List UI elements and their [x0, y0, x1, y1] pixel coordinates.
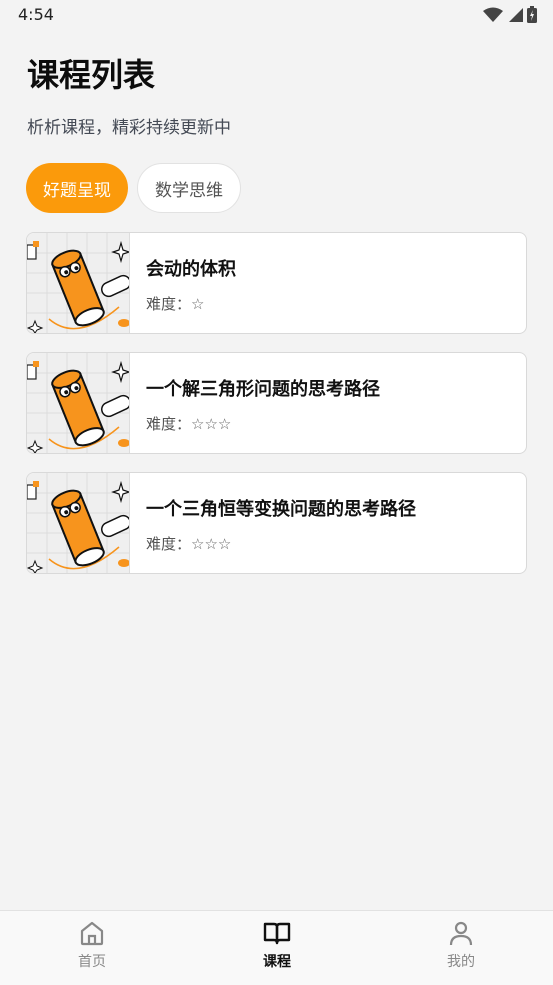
- course-thumbnail: [27, 353, 132, 453]
- difficulty-label: 难度：: [146, 415, 192, 433]
- difficulty-label: 难度：: [146, 295, 192, 313]
- course-list: 会动的体积 难度：☆ 一个解三角形问题的思考路径 难度：☆☆☆ 一个三角恒等变换…: [26, 232, 527, 592]
- user-icon: [449, 921, 473, 946]
- book-icon: [263, 922, 291, 945]
- course-card[interactable]: 会动的体积 难度：☆: [26, 232, 527, 334]
- nav-item-home[interactable]: 首页: [47, 919, 137, 971]
- nav-label: 我的: [447, 954, 475, 970]
- nav-item-profile[interactable]: 我的: [416, 919, 506, 971]
- status-bar: 4:54: [0, 0, 553, 30]
- tab-label: 好题呈现: [43, 180, 111, 201]
- home-icon: [80, 921, 104, 946]
- tab-math-thinking[interactable]: 数学思维: [137, 163, 241, 213]
- course-info: 一个解三角形问题的思考路径 难度：☆☆☆: [130, 353, 380, 453]
- course-thumbnail: [27, 473, 132, 573]
- page-title: 课程列表: [27, 56, 156, 94]
- course-info: 一个三角恒等变换问题的思考路径 难度：☆☆☆: [130, 473, 416, 573]
- course-card[interactable]: 一个三角恒等变换问题的思考路径 难度：☆☆☆: [26, 472, 527, 574]
- difficulty-stars: ☆: [191, 295, 205, 313]
- status-time: 4:54: [18, 5, 54, 24]
- course-difficulty: 难度：☆: [146, 293, 236, 314]
- battery-icon: [527, 6, 537, 23]
- course-title: 一个三角恒等变换问题的思考路径: [146, 499, 416, 520]
- course-thumbnail: [27, 233, 132, 333]
- cylinder-cartoon-image: [27, 473, 132, 573]
- course-difficulty: 难度：☆☆☆: [146, 533, 416, 554]
- bottom-nav: 首页 课程 我的: [0, 910, 553, 985]
- status-icons: [483, 6, 537, 23]
- nav-label: 首页: [78, 954, 106, 970]
- course-title: 一个解三角形问题的思考路径: [146, 379, 380, 400]
- nav-label: 课程: [263, 954, 291, 970]
- category-tabs: 好题呈现 数学思维: [26, 163, 241, 213]
- tab-label: 数学思维: [155, 180, 223, 201]
- cylinder-cartoon-image: [27, 353, 132, 453]
- course-difficulty: 难度：☆☆☆: [146, 413, 380, 434]
- course-card[interactable]: 一个解三角形问题的思考路径 难度：☆☆☆: [26, 352, 527, 454]
- cylinder-cartoon-image: [27, 233, 132, 333]
- course-title: 会动的体积: [146, 259, 236, 280]
- course-info: 会动的体积 难度：☆: [130, 233, 236, 333]
- nav-item-courses[interactable]: 课程: [232, 919, 322, 971]
- signal-icon: [509, 7, 523, 22]
- wifi-icon: [483, 7, 503, 22]
- tab-good-problems[interactable]: 好题呈现: [26, 163, 128, 213]
- difficulty-stars: ☆☆☆: [191, 535, 232, 553]
- page-subtitle: 析析课程，精彩持续更新中: [27, 118, 231, 138]
- difficulty-label: 难度：: [146, 535, 192, 553]
- difficulty-stars: ☆☆☆: [191, 415, 232, 433]
